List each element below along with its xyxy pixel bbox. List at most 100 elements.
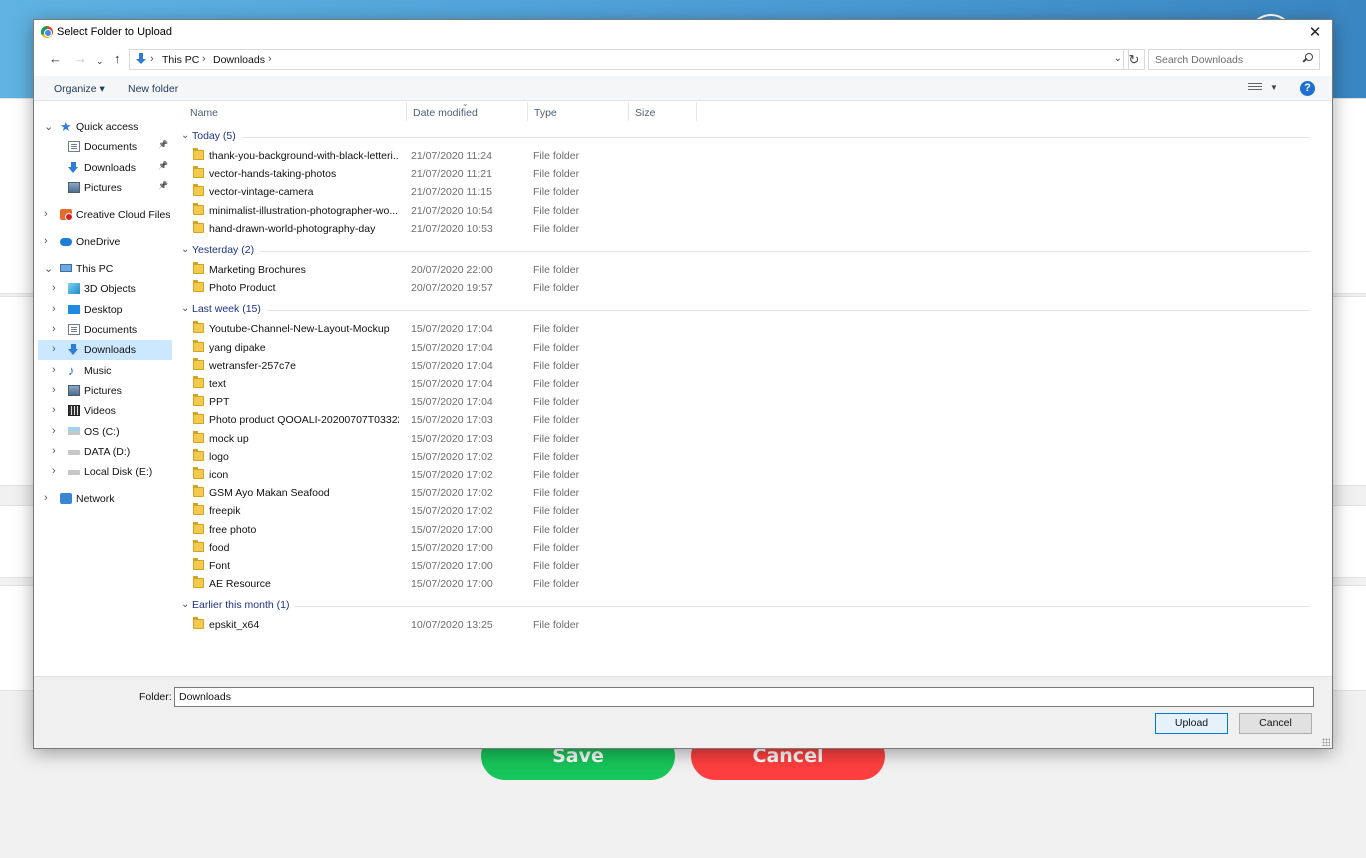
expand-chevron-right-icon[interactable]: ›: [52, 303, 56, 315]
upload-button[interactable]: Upload: [1155, 713, 1228, 734]
nav-item[interactable]: › DATA (D:): [38, 442, 172, 462]
file-row[interactable]: Photo Product 20/07/2020 19:57 File folder: [175, 279, 1315, 297]
recent-locations-chevron-icon[interactable]: ⌄: [96, 54, 104, 68]
expand-chevron-right-icon[interactable]: ›: [52, 343, 56, 355]
expand-chevron-right-icon[interactable]: ›: [44, 235, 48, 247]
expand-chevron-right-icon[interactable]: ›: [52, 425, 56, 437]
resize-grip-icon[interactable]: [1322, 738, 1330, 746]
nav-item[interactable]: ⌄ ★ Quick access: [38, 117, 172, 137]
group-header[interactable]: ⌄ Last week (15): [175, 302, 1315, 318]
folder-name-input[interactable]: [174, 687, 1314, 707]
nav-item[interactable]: › Videos: [38, 401, 172, 421]
file-row[interactable]: logo 15/07/2020 17:02 File folder: [175, 448, 1315, 466]
nav-item[interactable]: Pictures 📌: [38, 178, 172, 198]
expand-chevron-right-icon[interactable]: ›: [44, 208, 48, 220]
cancel-button[interactable]: Cancel: [1239, 713, 1312, 734]
expand-chevron-right-icon[interactable]: ›: [44, 492, 48, 504]
expand-chevron-right-icon[interactable]: ›: [52, 323, 56, 335]
file-row[interactable]: text 15/07/2020 17:04 File folder: [175, 375, 1315, 393]
forward-arrow-icon[interactable]: →: [74, 52, 87, 66]
file-row[interactable]: Youtube-Channel-New-Layout-Mockup 15/07/2…: [175, 320, 1315, 338]
back-arrow-icon[interactable]: ←: [49, 52, 62, 66]
group-header[interactable]: ⌄ Yesterday (2): [175, 243, 1315, 259]
expand-chevron-right-icon[interactable]: ›: [52, 364, 56, 376]
file-row[interactable]: Font 15/07/2020 17:00 File folder: [175, 557, 1315, 575]
organize-button[interactable]: Organize ▾: [54, 83, 105, 95]
nav-item-label: Quick access: [76, 121, 139, 133]
expand-chevron-down-icon[interactable]: ⌄: [44, 262, 53, 275]
file-row[interactable]: freepik 15/07/2020 17:02 File folder: [175, 502, 1315, 520]
file-row[interactable]: vector-vintage-camera 21/07/2020 11:15 Fil…: [175, 183, 1315, 201]
folder-icon: [193, 202, 204, 215]
group-collapse-chevron-icon[interactable]: ⌄: [181, 303, 189, 314]
file-row[interactable]: Photo product QOOALI-20200707T03322... 15…: [175, 411, 1315, 429]
file-type: File folder: [533, 359, 580, 372]
expand-chevron-right-icon[interactable]: ›: [52, 384, 56, 396]
documents-icon: [68, 324, 80, 335]
refresh-icon[interactable]: ↻: [1123, 49, 1145, 70]
file-row[interactable]: GSM Ayo Makan Seafood 15/07/2020 17:02 Fil…: [175, 484, 1315, 502]
nav-item[interactable]: Documents 📌: [38, 137, 172, 157]
file-row[interactable]: minimalist-illustration-photographer-wo.…: [175, 202, 1315, 220]
expand-chevron-right-icon[interactable]: ›: [52, 282, 56, 294]
file-row[interactable]: icon 15/07/2020 17:02 File folder: [175, 466, 1315, 484]
group-collapse-chevron-icon[interactable]: ⌄: [181, 130, 189, 141]
nav-item[interactable]: › OneDrive: [38, 232, 172, 252]
column-header-size[interactable]: Size: [629, 102, 697, 121]
search-input[interactable]: Search Downloads: [1148, 49, 1320, 70]
new-folder-button[interactable]: New folder: [128, 83, 178, 95]
nav-item[interactable]: › Desktop: [38, 300, 172, 320]
nav-item[interactable]: ⌄ This PC: [38, 259, 172, 279]
group-header[interactable]: ⌄ Earlier this month (1): [175, 598, 1315, 614]
expand-chevron-down-icon[interactable]: ⌄: [44, 120, 53, 133]
view-options-icon[interactable]: [1248, 83, 1262, 94]
address-bar[interactable]: › This PC › Downloads › ⌄: [129, 49, 1129, 70]
nav-item[interactable]: › Documents: [38, 320, 172, 340]
file-row[interactable]: mock up 15/07/2020 17:03 File folder: [175, 430, 1315, 448]
breadcrumb-downloads[interactable]: Downloads: [213, 54, 265, 66]
nav-item[interactable]: › Local Disk (E:): [38, 462, 172, 482]
file-row[interactable]: AE Resource 15/07/2020 17:00 File folder: [175, 575, 1315, 593]
view-dropdown-icon[interactable]: ▼: [1270, 83, 1278, 92]
expand-chevron-right-icon[interactable]: ›: [52, 404, 56, 416]
nav-item[interactable]: › Pictures: [38, 381, 172, 401]
column-header-date-modified[interactable]: Date modified: [407, 102, 528, 121]
help-icon[interactable]: ?: [1300, 81, 1315, 96]
file-date-modified: 15/07/2020 17:04: [411, 323, 493, 336]
column-header-name[interactable]: Name: [184, 102, 407, 121]
group-collapse-chevron-icon[interactable]: ⌄: [181, 244, 189, 255]
file-row[interactable]: Marketing Brochures 20/07/2020 22:00 File …: [175, 261, 1315, 279]
file-row[interactable]: PPT 15/07/2020 17:04 File folder: [175, 393, 1315, 411]
file-row[interactable]: thank-you-background-with-black-letteri.…: [175, 147, 1315, 165]
folder-icon: [193, 448, 204, 461]
nav-item[interactable]: › Downloads: [38, 340, 172, 360]
expand-chevron-right-icon[interactable]: ›: [52, 465, 56, 477]
nav-item[interactable]: › Network: [38, 489, 172, 509]
file-name: text: [209, 378, 226, 390]
file-row[interactable]: hand-drawn-world-photography-day 21/07/20…: [175, 220, 1315, 238]
nav-item[interactable]: › 3D Objects: [38, 279, 172, 299]
expand-chevron-right-icon[interactable]: ›: [52, 445, 56, 457]
nav-item[interactable]: › OS (C:): [38, 422, 172, 442]
group-collapse-chevron-icon[interactable]: ⌄: [181, 599, 189, 610]
close-icon[interactable]: ✕: [1298, 20, 1332, 46]
group-header[interactable]: ⌄ Today (5): [175, 129, 1315, 145]
breadcrumb-separator-icon[interactable]: ›: [268, 53, 272, 65]
file-row[interactable]: food 15/07/2020 17:00 File folder: [175, 539, 1315, 557]
breadcrumb-this-pc[interactable]: This PC: [162, 54, 199, 66]
nav-item[interactable]: › Creative Cloud Files: [38, 205, 172, 225]
file-type: File folder: [533, 619, 580, 632]
file-row[interactable]: free photo 15/07/2020 17:00 File folder: [175, 521, 1315, 539]
file-row[interactable]: wetransfer-257c7e 15/07/2020 17:04 File fo…: [175, 357, 1315, 375]
file-type: File folder: [533, 150, 580, 162]
nav-item[interactable]: › ♪ Music: [38, 361, 172, 381]
nav-item[interactable]: Downloads 📌: [38, 158, 172, 178]
column-header-type[interactable]: Type: [528, 102, 629, 121]
breadcrumb-separator-icon[interactable]: ›: [202, 53, 206, 65]
file-row[interactable]: vector-hands-taking-photos 21/07/2020 11:…: [175, 165, 1315, 183]
breadcrumb-separator-icon[interactable]: ›: [150, 53, 154, 65]
address-dropdown-icon[interactable]: ⌄: [1114, 53, 1122, 64]
up-arrow-icon[interactable]: ↑: [114, 52, 121, 66]
file-row[interactable]: epskit_x64 10/07/2020 13:25 File folder: [175, 616, 1315, 634]
file-row[interactable]: yang dipake 15/07/2020 17:04 File folder: [175, 339, 1315, 357]
